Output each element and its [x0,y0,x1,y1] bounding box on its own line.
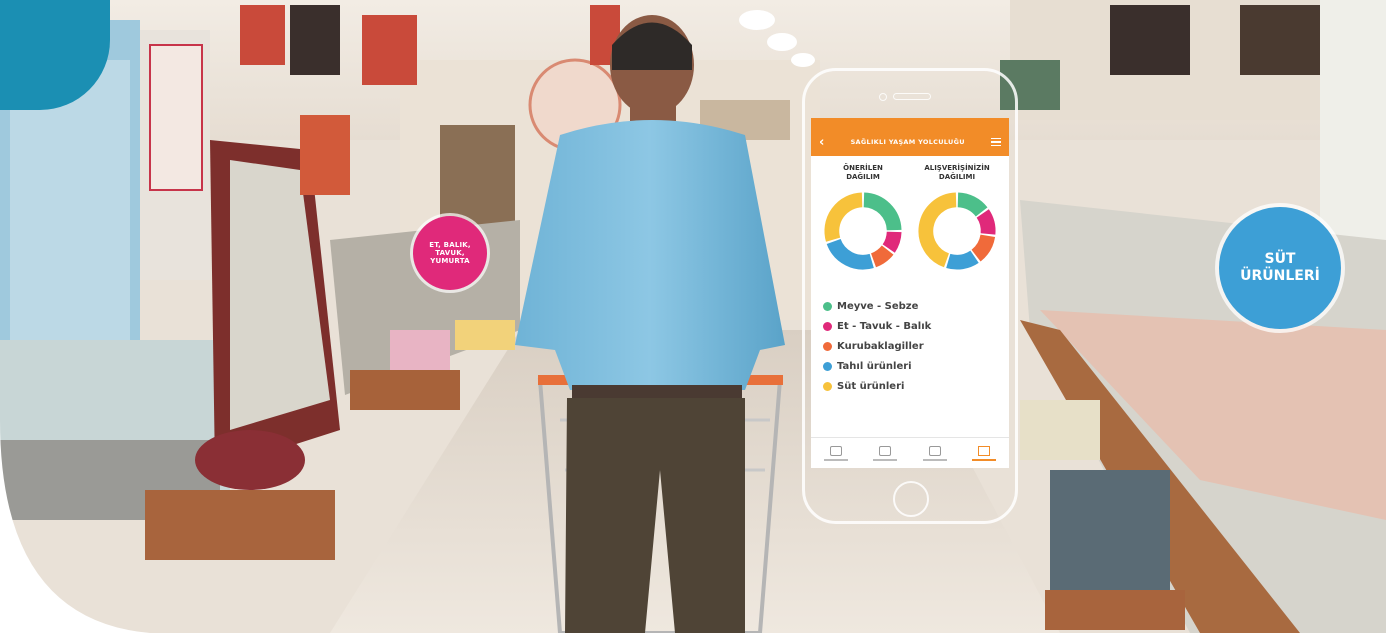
tab-wallet[interactable] [922,445,947,461]
recommended-chart-title: ÖNERİLEN DAĞILIM [843,164,883,181]
donut-slice [971,234,996,262]
app-screen: ‹ SAĞLIKLI YAŞAM YOLCULUĞU ÖNERİLEN DAĞI… [811,118,1009,468]
legend-label: Süt ürünleri [837,380,905,392]
legend-item: Et - Tavuk - Balık [823,316,1009,336]
donut-slice [870,245,894,268]
legend-item: Tahıl ürünleri [823,356,1009,376]
legend-dot [823,361,832,371]
legend-label: Kurubaklagiller [837,340,924,352]
donut-slice [826,238,874,270]
charts-row: ÖNERİLEN DAĞILIM ALIŞVERİŞİNİZİN DAĞILIM… [811,156,1009,272]
donut-slice [976,209,996,235]
donut-slice [882,231,902,253]
triangle-icon [978,445,991,456]
app-title: SAĞLIKLI YAŞAM YOLCULUĞU [850,138,965,146]
app-header: ‹ SAĞLIKLI YAŞAM YOLCULUĞU [811,128,1009,156]
legend: Meyve - Sebze Et - Tavuk - Balık Kurubak… [811,272,1009,396]
legend-label: Et - Tavuk - Balık [837,320,932,332]
legend-dot [823,381,832,391]
dairy-category-label: SÜT ÜRÜNLERİ [1240,251,1320,284]
phone-speaker [893,93,931,100]
home-icon [829,445,842,456]
tab-campaigns[interactable] [873,445,898,461]
legend-item: Süt ürünleri [823,376,1009,396]
legend-item: Meyve - Sebze [823,296,1009,316]
donut-slice [946,250,979,270]
tab-health[interactable] [972,445,997,461]
donut-slice [863,192,902,231]
percent-icon [879,445,892,456]
tab-bar [811,437,1009,468]
shopping-chart: ALIŞVERİŞİNİZİN DAĞILIMI [911,164,1003,272]
donut-slice [824,192,863,242]
legend-item: Kurubaklagiller [823,336,1009,356]
legend-label: Meyve - Sebze [837,300,919,312]
shopping-donut [918,192,996,270]
legend-dot [823,321,832,331]
legend-dot [823,301,832,311]
legend-dot [823,341,832,351]
status-bar [811,118,1009,128]
dairy-category-bubble[interactable]: SÜT ÜRÜNLERİ [1219,207,1341,329]
scene: ET, BALIK, TAVUK, YUMURTA SÜT ÜRÜNLERİ ‹… [0,0,1386,633]
phone-home-button[interactable] [893,481,929,517]
donut-slice [918,192,957,268]
chevron-left-icon[interactable]: ‹ [819,135,824,150]
meat-category-label: ET, BALIK, TAVUK, YUMURTA [429,241,471,265]
meat-category-bubble[interactable]: ET, BALIK, TAVUK, YUMURTA [413,216,487,290]
donut-slice [957,192,988,217]
phone-camera [879,93,887,101]
supermarket-photo [0,0,1386,633]
shopping-chart-title: ALIŞVERİŞİNİZİN DAĞILIMI [924,164,990,181]
hamburger-menu-icon[interactable] [990,136,1001,149]
recommended-chart: ÖNERİLEN DAĞILIM [817,164,909,272]
recommended-donut [824,192,902,270]
wallet-icon [928,445,941,456]
legend-label: Tahıl ürünleri [837,360,912,372]
tab-home[interactable] [823,445,848,461]
